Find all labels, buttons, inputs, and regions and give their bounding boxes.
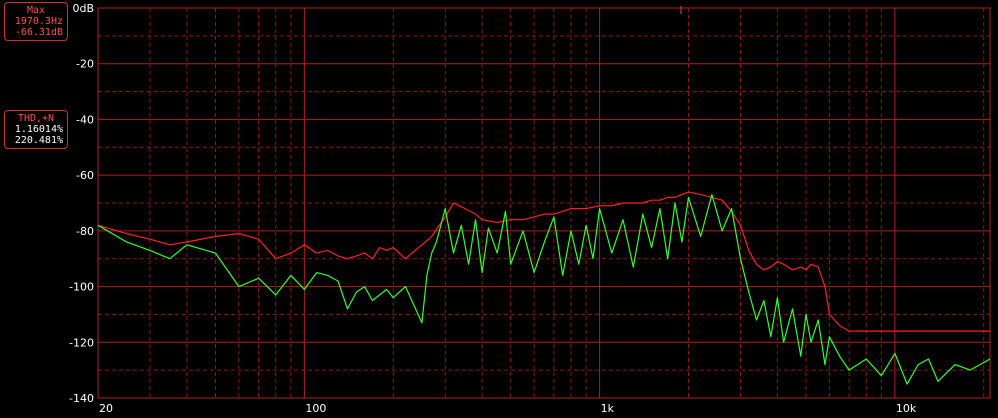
chart-series [97, 191, 991, 385]
thd-readout-percent1: 1.16014% [14, 124, 63, 135]
y-tick-label: -60 [76, 169, 94, 182]
y-tick-label: -20 [76, 58, 94, 71]
max-readout-level: -66.31dB [14, 27, 63, 38]
max-readout: Max 1970.3Hz -66.31dB [4, 2, 68, 41]
spectrum-chart: 0dB -20 -40 -60 -80 -100 -120 -140 20 100 1k 10k [69, 2, 991, 415]
series-line-2 [97, 194, 991, 385]
x-tick-label: 100 [305, 402, 326, 415]
y-tick-label: 0dB [72, 2, 94, 15]
x-axis: 20 100 1k 10k [99, 402, 917, 415]
max-readout-freq: 1970.3Hz [14, 16, 63, 27]
x-tick-label: 20 [99, 402, 113, 415]
thd-readout: THD,+N 1.16014% 220.481% [4, 110, 68, 149]
y-tick-label: -140 [69, 392, 94, 405]
thd-readout-title: THD,+N [17, 113, 55, 124]
max-readout-title: Max [26, 5, 46, 16]
y-tick-label: -80 [76, 225, 94, 238]
x-tick-label: 1k [601, 402, 615, 415]
series-line-1 [97, 191, 990, 332]
y-tick-label: -100 [69, 281, 94, 294]
thd-readout-percent2: 220.481% [14, 135, 63, 146]
spectrum-analyzer: 0dB -20 -40 -60 -80 -100 -120 -140 20 100 1k 10k M… [0, 0, 998, 418]
x-tick-label: 10k [896, 402, 917, 415]
y-axis: 0dB -20 -40 -60 -80 -100 -120 -140 [69, 2, 94, 405]
y-tick-label: -120 [69, 336, 94, 349]
y-tick-label: -40 [76, 113, 94, 126]
chart-grid [97, 7, 991, 399]
